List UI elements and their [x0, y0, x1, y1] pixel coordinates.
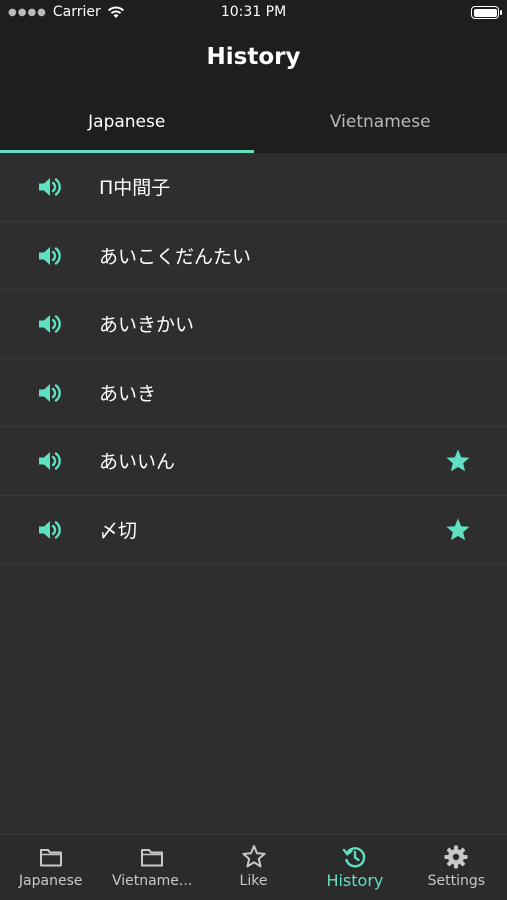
- speaker-icon[interactable]: [37, 175, 63, 199]
- list-item[interactable]: Π中間子: [0, 153, 507, 222]
- tab-bar-vietnamese[interactable]: Vietname...: [101, 835, 202, 900]
- tab-bar-label: Vietname...: [111, 873, 193, 889]
- status-time: 10:31 PM: [220, 4, 287, 20]
- history-icon: [342, 847, 366, 868]
- page-title: History: [206, 44, 301, 70]
- speaker-icon[interactable]: [37, 244, 63, 268]
- tab-bar-label: Japanese: [18, 873, 83, 889]
- star-outline-icon: [241, 845, 266, 868]
- tab-label: Japanese: [88, 112, 166, 132]
- folder-icon: [141, 849, 164, 867]
- history-list: Π中間子あいこくだんたい あいきかいあいきあいいん〆切: [0, 153, 507, 564]
- bottom-tab-bar: Japanese Vietname... Like History Settin…: [0, 834, 507, 900]
- list-item[interactable]: あいいん: [0, 427, 507, 496]
- star-icon[interactable]: [445, 517, 471, 543]
- status-bar: ●●●● Carrier 10:31 PM: [0, 0, 507, 28]
- tab-japanese[interactable]: Japanese: [0, 92, 254, 153]
- list-item[interactable]: あいこくだんたい: [0, 222, 507, 290]
- speaker-icon[interactable]: [37, 518, 63, 542]
- tab-vietnamese[interactable]: Vietnamese: [254, 92, 507, 153]
- tab-bar-label: Settings: [427, 873, 486, 889]
- history-word: 〆切: [99, 519, 138, 542]
- history-word: あいき: [99, 382, 157, 405]
- tab-bar-settings[interactable]: Settings: [406, 835, 507, 900]
- tab-bar-like[interactable]: Like: [203, 835, 304, 900]
- speaker-icon[interactable]: [37, 449, 63, 473]
- gear-icon: [444, 845, 468, 869]
- language-tabs: Japanese Vietnamese: [0, 92, 507, 153]
- tab-label: Vietnamese: [329, 112, 431, 132]
- star-icon[interactable]: [445, 448, 471, 474]
- list-item[interactable]: あいき: [0, 359, 507, 427]
- history-word: あいきかい: [99, 314, 195, 337]
- list-item[interactable]: 〆切: [0, 496, 507, 564]
- tab-bar-japanese[interactable]: Japanese: [0, 835, 101, 900]
- battery-icon: [471, 6, 502, 19]
- speaker-icon[interactable]: [37, 312, 63, 336]
- list-item[interactable]: あいきかい: [0, 290, 507, 359]
- history-word: Π中間子: [99, 177, 171, 200]
- history-word: あいこくだんたい: [99, 245, 252, 268]
- history-word: あいいん: [99, 451, 176, 474]
- nav-bar: History: [0, 28, 507, 92]
- tab-bar-history[interactable]: History: [304, 835, 405, 900]
- tab-bar-label: History: [326, 871, 384, 890]
- tab-bar-label: Like: [239, 873, 268, 889]
- speaker-icon[interactable]: [37, 381, 63, 405]
- folder-icon: [39, 849, 62, 867]
